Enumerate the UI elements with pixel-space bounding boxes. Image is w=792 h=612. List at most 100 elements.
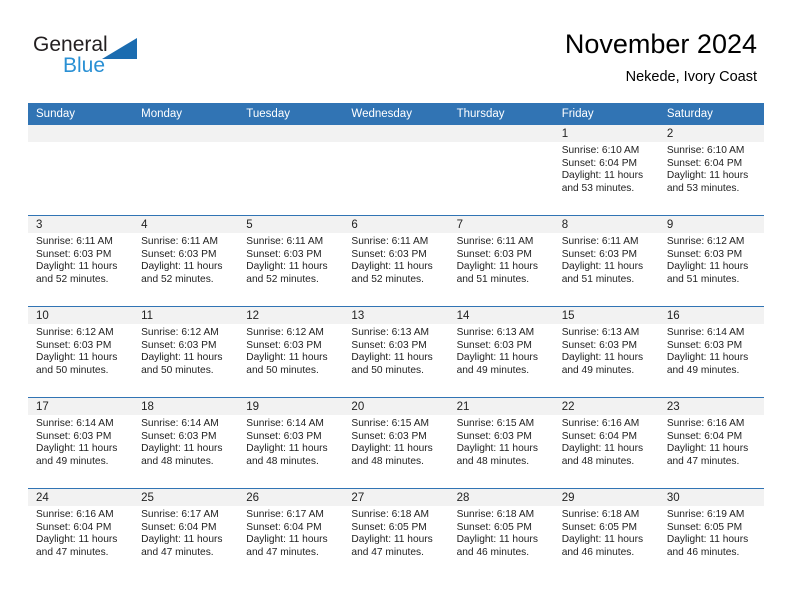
daylight-text: Daylight: 11 hours and 50 minutes. <box>351 352 433 376</box>
sunrise-text: Sunrise: 6:14 AM <box>36 418 114 429</box>
day-number: 26 <box>238 489 344 506</box>
day-details: Sunrise: 6:12 AM Sunset: 6:03 PM Daylight:… <box>659 233 764 286</box>
sunset-text: Sunset: 6:03 PM <box>351 248 427 260</box>
day-number: 28 <box>448 489 554 506</box>
sunset-text: Sunset: 6:04 PM <box>561 430 638 442</box>
day-details: Sunrise: 6:11 AM Sunset: 6:03 PM Daylight:… <box>238 233 343 286</box>
calendar-day-cell[interactable]: 23 Sunrise: 6:16 AM Sunset: 6:04 PM Dayligh… <box>658 397 764 489</box>
calendar-week-row: 1 Sunrise: 6:10 AM Sunset: 6:04 PM Daylight… <box>28 125 764 216</box>
calendar-day-cell-empty <box>343 125 449 216</box>
sunrise-text: Sunrise: 6:15 AM <box>456 418 535 429</box>
day-number: 1 <box>553 125 659 142</box>
calendar-day-cell[interactable]: 16 Sunrise: 6:14 AM Sunset: 6:03 PM Dayligh… <box>658 306 764 398</box>
sunrise-text: Sunrise: 6:18 AM <box>351 509 430 520</box>
sunrise-text: Sunrise: 6:11 AM <box>561 236 639 247</box>
calendar-day-cell[interactable]: 10 Sunrise: 6:12 AM Sunset: 6:03 PM Dayligh… <box>28 306 134 398</box>
calendar-day-cell[interactable]: 9 Sunrise: 6:12 AM Sunset: 6:03 PM Daylight… <box>658 215 764 307</box>
day-number: 3 <box>28 216 134 233</box>
day-number: 7 <box>448 216 554 233</box>
sunset-text: Sunset: 6:03 PM <box>246 430 322 442</box>
calendar-day-cell[interactable]: 4 Sunrise: 6:11 AM Sunset: 6:03 PM Daylight… <box>133 215 239 307</box>
calendar-day-cell[interactable]: 6 Sunrise: 6:11 AM Sunset: 6:03 PM Daylight… <box>343 215 449 307</box>
day-number <box>238 125 344 142</box>
calendar-day-cell[interactable]: 19 Sunrise: 6:14 AM Sunset: 6:03 PM Dayligh… <box>238 397 344 489</box>
day-details: Sunrise: 6:14 AM Sunset: 6:03 PM Daylight:… <box>133 415 238 468</box>
sunrise-text: Sunrise: 6:11 AM <box>246 236 324 247</box>
calendar-day-cell-empty <box>448 125 554 216</box>
daylight-text: Daylight: 11 hours and 53 minutes. <box>666 170 749 194</box>
daylight-text: Daylight: 11 hours and 50 minutes. <box>246 352 328 376</box>
sunrise-text: Sunrise: 6:13 AM <box>351 327 430 338</box>
calendar-week-row: 3 Sunrise: 6:11 AM Sunset: 6:03 PM Daylight… <box>28 215 764 307</box>
calendar-day-cell[interactable]: 26 Sunrise: 6:17 AM Sunset: 6:04 PM Dayligh… <box>238 488 344 579</box>
calendar-day-cell[interactable]: 12 Sunrise: 6:12 AM Sunset: 6:03 PM Dayligh… <box>238 306 344 398</box>
calendar-day-cell[interactable]: 20 Sunrise: 6:15 AM Sunset: 6:03 PM Dayligh… <box>343 397 449 489</box>
day-number: 14 <box>448 307 554 324</box>
calendar-day-cell[interactable]: 8 Sunrise: 6:11 AM Sunset: 6:03 PM Daylight… <box>553 215 659 307</box>
calendar-day-cell[interactable]: 29 Sunrise: 6:18 AM Sunset: 6:05 PM Dayligh… <box>553 488 659 579</box>
calendar-day-cell[interactable]: 3 Sunrise: 6:11 AM Sunset: 6:03 PM Daylight… <box>28 215 134 307</box>
daylight-text: Daylight: 11 hours and 47 minutes. <box>666 443 749 467</box>
calendar-day-cell[interactable]: 22 Sunrise: 6:16 AM Sunset: 6:04 PM Dayligh… <box>553 397 659 489</box>
calendar-day-cell[interactable]: 25 Sunrise: 6:17 AM Sunset: 6:04 PM Dayligh… <box>133 488 239 579</box>
sunset-text: Sunset: 6:03 PM <box>246 339 322 351</box>
daylight-text: Daylight: 11 hours and 46 minutes. <box>561 534 644 558</box>
sunrise-text: Sunrise: 6:18 AM <box>456 509 535 520</box>
calendar-day-cell[interactable]: 27 Sunrise: 6:18 AM Sunset: 6:05 PM Dayligh… <box>343 488 449 579</box>
calendar-day-cell[interactable]: 13 Sunrise: 6:13 AM Sunset: 6:03 PM Dayligh… <box>343 306 449 398</box>
day-details: Sunrise: 6:15 AM Sunset: 6:03 PM Daylight:… <box>449 415 554 468</box>
daylight-text: Daylight: 11 hours and 48 minutes. <box>246 443 328 467</box>
day-number: 5 <box>238 216 344 233</box>
calendar-day-cell[interactable]: 14 Sunrise: 6:13 AM Sunset: 6:03 PM Dayligh… <box>448 306 554 398</box>
calendar-day-cell[interactable]: 24 Sunrise: 6:16 AM Sunset: 6:04 PM Dayligh… <box>28 488 134 579</box>
daylight-text: Daylight: 11 hours and 48 minutes. <box>561 443 644 467</box>
sunset-text: Sunset: 6:03 PM <box>36 248 112 260</box>
day-details: Sunrise: 6:16 AM Sunset: 6:04 PM Daylight:… <box>659 415 764 468</box>
day-details: Sunrise: 6:11 AM Sunset: 6:03 PM Daylight:… <box>554 233 659 286</box>
sunset-text: Sunset: 6:05 PM <box>561 521 638 533</box>
page-subtitle: Nekede, Ivory Coast <box>625 69 757 85</box>
sunset-text: Sunset: 6:04 PM <box>141 521 217 533</box>
day-details: Sunrise: 6:12 AM Sunset: 6:03 PM Daylight:… <box>28 324 133 377</box>
sunset-text: Sunset: 6:05 PM <box>666 521 743 533</box>
daylight-text: Daylight: 11 hours and 52 minutes. <box>141 261 223 285</box>
sunrise-sunset-calendar: Sunday Monday Tuesday Wednesday Thursday Frid… <box>28 103 764 579</box>
page-header: General Blue November 2024 Nekede, Ivory… <box>0 0 792 100</box>
sunset-text: Sunset: 6:03 PM <box>666 248 743 260</box>
sunset-text: Sunset: 6:03 PM <box>561 248 638 260</box>
day-number: 8 <box>553 216 659 233</box>
daylight-text: Daylight: 11 hours and 52 minutes. <box>36 261 118 285</box>
calendar-day-cell[interactable]: 2 Sunrise: 6:10 AM Sunset: 6:04 PM Daylight… <box>658 125 764 216</box>
calendar-day-cell[interactable]: 5 Sunrise: 6:11 AM Sunset: 6:03 PM Daylight… <box>238 215 344 307</box>
sunset-text: Sunset: 6:05 PM <box>351 521 427 533</box>
daylight-text: Daylight: 11 hours and 52 minutes. <box>246 261 328 285</box>
calendar-day-cell[interactable]: 1 Sunrise: 6:10 AM Sunset: 6:04 PM Daylight… <box>553 125 659 216</box>
weekday-header-tuesday: Tuesday <box>238 103 344 125</box>
calendar-day-cell-empty <box>28 125 134 216</box>
sunset-text: Sunset: 6:03 PM <box>141 248 217 260</box>
day-details: Sunrise: 6:10 AM Sunset: 6:04 PM Daylight:… <box>659 142 764 195</box>
weekday-header-row: Sunday Monday Tuesday Wednesday Thursday Frid… <box>28 103 764 125</box>
calendar-day-cell[interactable]: 30 Sunrise: 6:19 AM Sunset: 6:05 PM Dayligh… <box>658 488 764 579</box>
sunset-text: Sunset: 6:05 PM <box>456 521 532 533</box>
daylight-text: Daylight: 11 hours and 48 minutes. <box>141 443 223 467</box>
calendar-day-cell[interactable]: 18 Sunrise: 6:14 AM Sunset: 6:03 PM Dayligh… <box>133 397 239 489</box>
sunrise-text: Sunrise: 6:12 AM <box>666 236 745 247</box>
general-blue-logo[interactable]: General Blue <box>33 33 163 81</box>
sunrise-text: Sunrise: 6:14 AM <box>246 418 324 429</box>
calendar-day-cell[interactable]: 17 Sunrise: 6:14 AM Sunset: 6:03 PM Dayligh… <box>28 397 134 489</box>
day-number: 27 <box>343 489 449 506</box>
daylight-text: Daylight: 11 hours and 48 minutes. <box>456 443 538 467</box>
sunset-text: Sunset: 6:03 PM <box>456 430 532 442</box>
calendar-day-cell[interactable]: 21 Sunrise: 6:15 AM Sunset: 6:03 PM Dayligh… <box>448 397 554 489</box>
sunrise-text: Sunrise: 6:14 AM <box>141 418 219 429</box>
day-number: 22 <box>553 398 659 415</box>
calendar-day-cell[interactable]: 15 Sunrise: 6:13 AM Sunset: 6:03 PM Dayligh… <box>553 306 659 398</box>
calendar-day-cell[interactable]: 7 Sunrise: 6:11 AM Sunset: 6:03 PM Daylight… <box>448 215 554 307</box>
weekday-header-saturday: Saturday <box>658 103 764 125</box>
calendar-day-cell[interactable]: 11 Sunrise: 6:12 AM Sunset: 6:03 PM Dayligh… <box>133 306 239 398</box>
calendar-day-cell[interactable]: 28 Sunrise: 6:18 AM Sunset: 6:05 PM Dayligh… <box>448 488 554 579</box>
day-details: Sunrise: 6:14 AM Sunset: 6:03 PM Daylight:… <box>28 415 133 468</box>
day-details: Sunrise: 6:13 AM Sunset: 6:03 PM Daylight:… <box>449 324 554 377</box>
day-details: Sunrise: 6:14 AM Sunset: 6:03 PM Daylight:… <box>659 324 764 377</box>
